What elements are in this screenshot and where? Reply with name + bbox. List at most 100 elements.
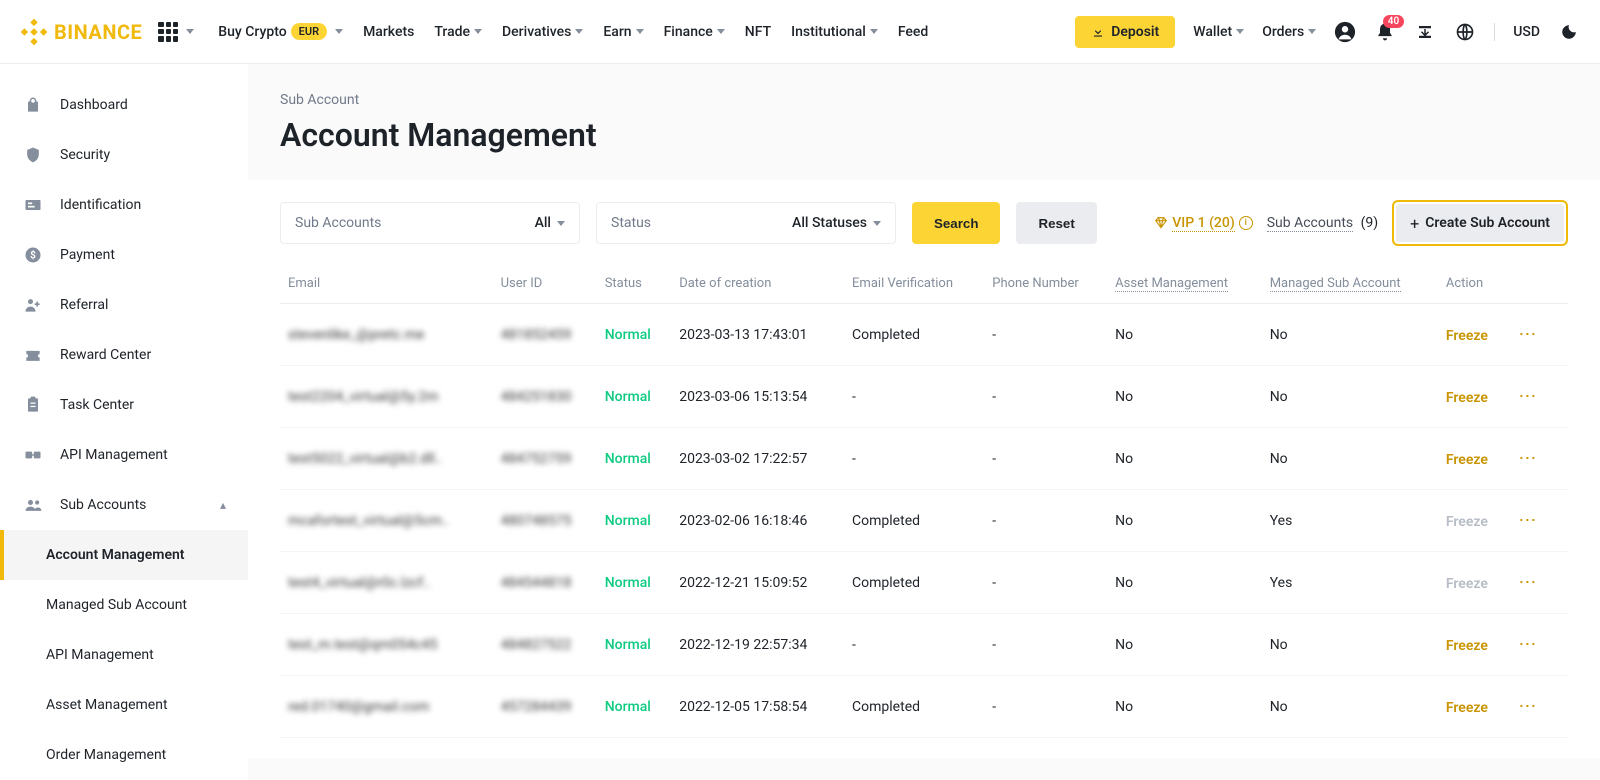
table-cell: 2023-03-13 17:43:01 xyxy=(671,304,844,366)
brand-logo[interactable]: BINANCE xyxy=(20,18,142,46)
table-cell: No xyxy=(1262,614,1438,676)
more-actions-icon[interactable]: ⋯ xyxy=(1512,572,1538,593)
filter-sub-accounts[interactable]: Sub Accounts All xyxy=(280,202,580,244)
sidebar-item-label: Sub Accounts xyxy=(60,497,146,513)
table-cell: No xyxy=(1107,428,1262,490)
currency-selector[interactable]: USD xyxy=(1513,24,1540,40)
nav-link-finance[interactable]: Finance xyxy=(664,24,725,40)
brand-name: BINANCE xyxy=(54,20,142,44)
more-actions-icon[interactable]: ⋯ xyxy=(1512,324,1538,345)
nav-link-markets[interactable]: Markets xyxy=(363,24,414,40)
table-cell: test_m.test@qm054c45 xyxy=(280,614,493,676)
table-cell: Normal xyxy=(597,490,672,552)
chevron-down-icon xyxy=(870,29,878,34)
table-cell: No xyxy=(1107,676,1262,738)
nav-label: Feed xyxy=(898,24,928,40)
deposit-button[interactable]: Deposit xyxy=(1075,16,1175,48)
nav-label: Finance xyxy=(664,24,713,40)
sidebar-item-identification[interactable]: Identification xyxy=(0,180,248,230)
sidebar-item-security[interactable]: Security xyxy=(0,130,248,180)
sidebar-item-sub-accounts[interactable]: Sub Accounts ▴ xyxy=(0,480,248,530)
table-cell: Normal xyxy=(597,552,672,614)
sidebar-item-referral[interactable]: Referral xyxy=(0,280,248,330)
clipboard-icon xyxy=(22,394,44,416)
more-actions-icon[interactable]: ⋯ xyxy=(1512,696,1538,717)
reset-button[interactable]: Reset xyxy=(1016,202,1096,244)
table-cell: stevenlike_@pretc.me xyxy=(280,304,493,366)
sidebar-item-label: Referral xyxy=(60,297,108,313)
more-actions-icon[interactable]: ⋯ xyxy=(1512,448,1538,469)
binance-logo-icon xyxy=(20,18,48,46)
nav-link-derivatives[interactable]: Derivatives xyxy=(502,24,583,40)
table-cell: - xyxy=(984,490,1107,552)
freeze-button[interactable]: Freeze xyxy=(1446,700,1488,716)
sidebar-item-api-management[interactable]: API Management xyxy=(0,430,248,480)
nav-link-institutional[interactable]: Institutional xyxy=(791,24,878,40)
table-cell: Yes xyxy=(1262,490,1438,552)
download-icon xyxy=(1091,25,1105,39)
more-actions-icon[interactable]: ⋯ xyxy=(1512,510,1538,531)
nav-label: Markets xyxy=(363,24,414,40)
nav-label: NFT xyxy=(745,24,771,40)
create-sub-account-button[interactable]: + Create Sub Account xyxy=(1396,204,1564,242)
nav-right: Deposit Wallet Orders 40 USD xyxy=(1075,16,1580,48)
chevron-down-icon xyxy=(1236,29,1244,34)
shield-icon xyxy=(22,144,44,166)
vip-level[interactable]: VIP 1 (20) i xyxy=(1154,215,1253,232)
notification-badge: 40 xyxy=(1383,15,1404,28)
nav-link-feed[interactable]: Feed xyxy=(898,24,928,40)
sidebar-subitem-managed-sub-account[interactable]: Managed Sub Account xyxy=(0,580,248,630)
id-icon xyxy=(22,194,44,216)
more-actions-icon[interactable]: ⋯ xyxy=(1512,386,1538,407)
globe-icon[interactable] xyxy=(1454,21,1476,43)
content-panel: Sub Accounts All Status All Statuses Sea… xyxy=(248,180,1600,758)
sidebar-item-payment[interactable]: $Payment xyxy=(0,230,248,280)
sidebar-item-label: Asset Management xyxy=(46,697,168,713)
column-header: Asset Management xyxy=(1107,264,1262,304)
freeze-button[interactable]: Freeze xyxy=(1446,638,1488,654)
column-header: User ID xyxy=(493,264,597,304)
table-cell: Normal xyxy=(597,676,672,738)
nav-link-earn[interactable]: Earn xyxy=(603,24,643,40)
filter-status[interactable]: Status All Statuses xyxy=(596,202,896,244)
table-cell: - xyxy=(984,428,1107,490)
sidebar-item-label: Identification xyxy=(60,197,141,213)
freeze-button[interactable]: Freeze xyxy=(1446,390,1488,406)
sidebar-item-task-center[interactable]: Task Center xyxy=(0,380,248,430)
table-cell: No xyxy=(1262,676,1438,738)
more-actions-icon[interactable]: ⋯ xyxy=(1512,634,1538,655)
nav-links: Buy Crypto EUR Markets Trade Derivatives Ea… xyxy=(218,23,928,40)
nav-wallet[interactable]: Wallet xyxy=(1193,24,1244,40)
sidebar-item-label: Task Center xyxy=(60,397,134,413)
freeze-button[interactable]: Freeze xyxy=(1446,328,1488,344)
table-cell: 484544818 xyxy=(493,552,597,614)
nav-link-nft[interactable]: NFT xyxy=(745,24,771,40)
apps-menu[interactable] xyxy=(158,22,194,42)
freeze-button[interactable]: Freeze xyxy=(1446,452,1488,468)
nav-link-trade[interactable]: Trade xyxy=(434,24,482,40)
nav-buy-crypto[interactable]: Buy Crypto EUR xyxy=(218,23,343,40)
table-row: test2204_virtual@5y.2m484251830Normal202… xyxy=(280,366,1568,428)
nav-label: Institutional xyxy=(791,24,866,40)
chevron-down-icon xyxy=(575,29,583,34)
sidebar-subitem-account-management[interactable]: Account Management xyxy=(0,530,248,580)
table-row: test_m.test@qm054c45484827522Normal2022-… xyxy=(280,614,1568,676)
sidebar-item-label: Dashboard xyxy=(60,97,128,113)
table-cell: No xyxy=(1107,614,1262,676)
sidebar-item-dashboard[interactable]: Dashboard xyxy=(0,80,248,130)
table-cell: No xyxy=(1107,366,1262,428)
sidebar-subitem-asset-management[interactable]: Asset Management xyxy=(0,680,248,730)
search-button[interactable]: Search xyxy=(912,202,1000,244)
sidebar-item-label: API Management xyxy=(46,647,154,663)
table-cell: 481852459 xyxy=(493,304,597,366)
sidebar-item-label: Account Management xyxy=(46,547,185,563)
sidebar-subitem-order-management[interactable]: Order Management xyxy=(0,730,248,780)
sidebar-subitem-api-management[interactable]: API Management xyxy=(0,630,248,680)
theme-toggle-icon[interactable] xyxy=(1558,21,1580,43)
nav-orders[interactable]: Orders xyxy=(1262,24,1316,40)
notifications-icon[interactable]: 40 xyxy=(1374,21,1396,43)
downloads-icon[interactable] xyxy=(1414,21,1436,43)
sidebar-item-reward-center[interactable]: Reward Center xyxy=(0,330,248,380)
profile-icon[interactable] xyxy=(1334,21,1356,43)
chevron-up-icon: ▴ xyxy=(220,498,226,512)
